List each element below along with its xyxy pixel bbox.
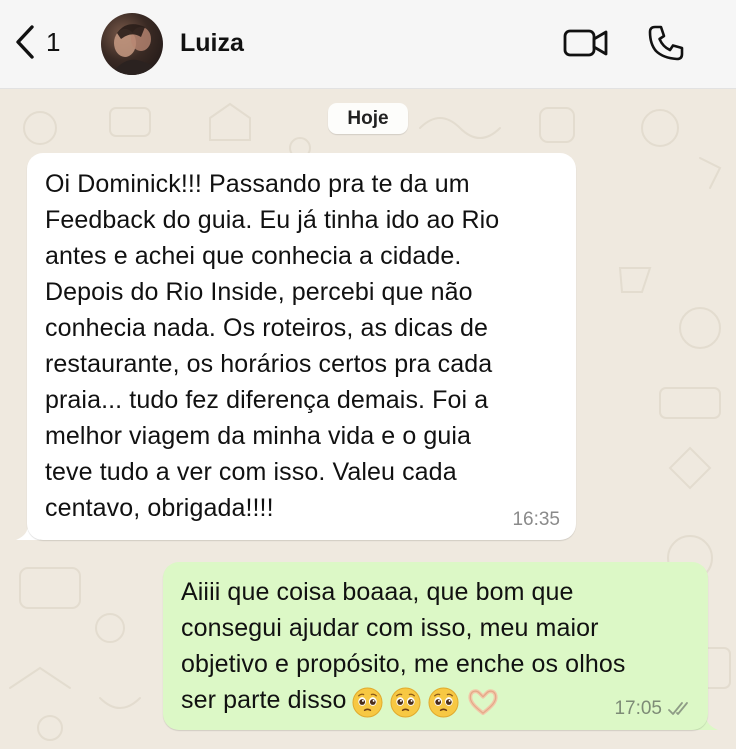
pleading-face-icon: [352, 687, 383, 718]
pleading-face-icon: [428, 687, 459, 718]
chevron-left-icon: [16, 25, 34, 59]
incoming-message[interactable]: Oi Dominick!!! Passando pra te da um Fee…: [27, 153, 576, 540]
avatar[interactable]: [101, 13, 163, 75]
message-time: 16:35: [512, 509, 560, 530]
back-button[interactable]: 1: [14, 24, 60, 60]
heart-hands-icon: [468, 689, 499, 716]
message-time: 17:05: [614, 698, 662, 719]
contact-name[interactable]: Luiza: [180, 29, 244, 58]
double-check-icon: [668, 702, 688, 715]
outgoing-message[interactable]: Aiiii que coisa boaaa, que bom que conse…: [163, 562, 708, 730]
date-separator: Hoje: [328, 103, 408, 134]
message-meta: 17:05: [614, 698, 694, 720]
chat-header: 1 Luiza: [0, 0, 736, 89]
voice-call-button[interactable]: [647, 24, 685, 67]
pleading-face-icon: [390, 687, 421, 718]
unread-count: 1: [46, 26, 61, 57]
phone-icon: [648, 25, 684, 61]
video-camera-icon: [563, 29, 608, 57]
avatar-photo: [111, 24, 163, 75]
emoji-group: [352, 683, 500, 719]
message-text: Oi Dominick!!! Passando pra te da um Fee…: [45, 170, 500, 522]
video-call-button[interactable]: [563, 26, 609, 65]
